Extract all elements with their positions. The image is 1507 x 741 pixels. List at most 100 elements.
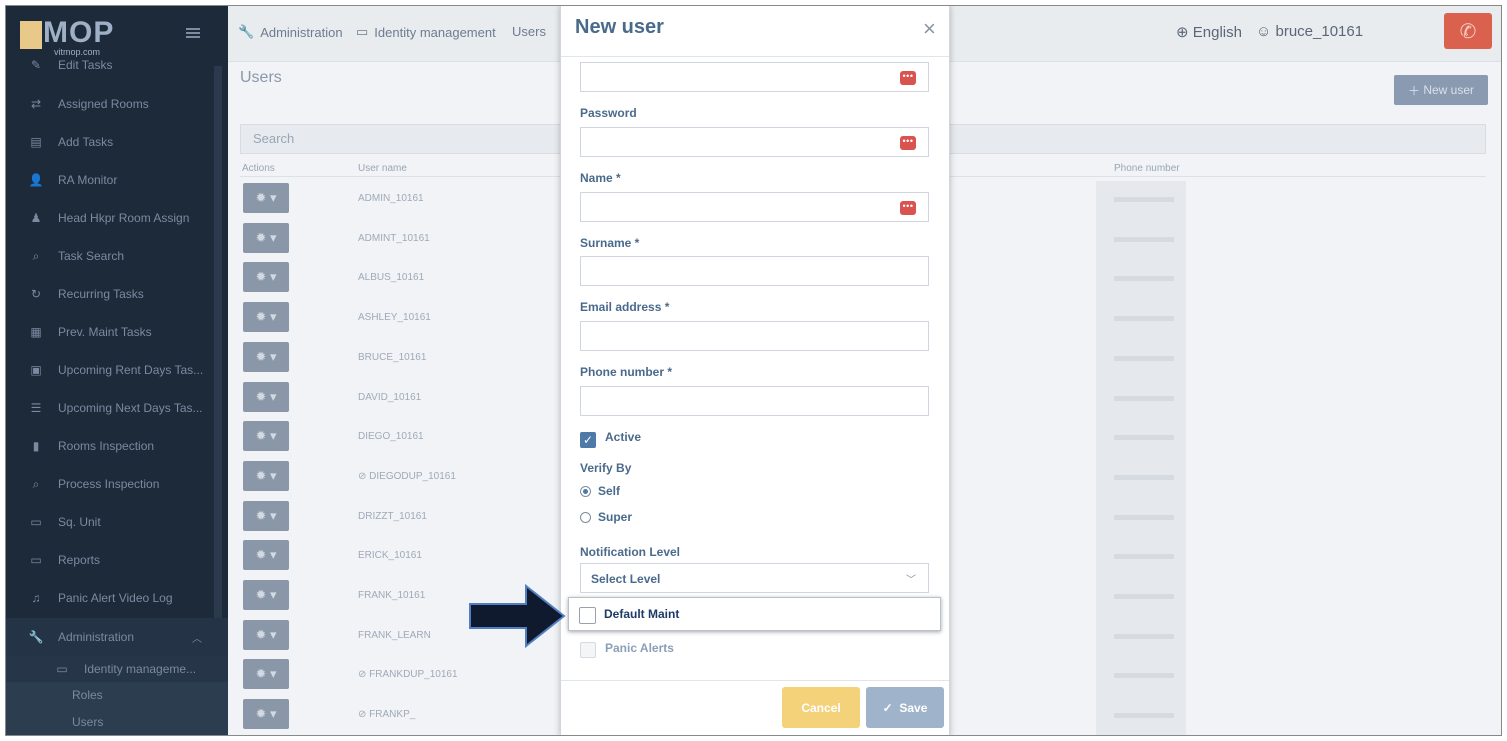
sidebar-item-add-tasks[interactable]: ▤ Add Tasks [6,123,228,161]
password-manager-icon[interactable]: ••• [900,71,916,85]
row-actions-button[interactable]: ✹ ▾ [243,580,289,610]
clipboard-icon: ▣ [30,363,42,377]
verify-super-radio[interactable] [580,512,591,523]
modal-header-divider [561,56,949,57]
password-field[interactable]: ••• [580,127,929,157]
table-row-username: ADMINT_10161 [358,233,430,244]
close-icon[interactable]: × [923,18,936,40]
table-row-username: ALBUS_10161 [358,272,424,283]
sidebar-item-label: Upcoming Rent Days Tas... [58,363,204,377]
email-field[interactable] [580,321,929,351]
cancel-button[interactable]: Cancel [782,687,860,728]
breadcrumb-users[interactable]: Users [512,24,546,39]
username-field[interactable]: ••• [580,62,929,92]
table-row-username: ⊘ FRANKDUP_10161 [358,669,458,680]
breadcrumb-administration[interactable]: 🔧 Administration [238,24,343,40]
table-row-username: FRANK_10161 [358,590,425,601]
surname-field[interactable] [580,256,929,286]
column-header-username: User name [358,163,407,174]
sidebar-item-reports[interactable]: ▭ Reports [6,541,228,579]
calendar-icon: ▦ [30,325,42,339]
gear-icon: ✹ ▾ [255,666,277,682]
row-actions-button[interactable]: ✹ ▾ [243,302,289,333]
sidebar-item-label: Roles [72,687,103,702]
list-icon: ☰ [30,401,42,415]
phone-label: Phone number * [580,365,673,379]
username-text: FRANKDUP_10161 [369,669,458,681]
user-menu[interactable]: ☺ bruce_10161 [1256,23,1363,40]
default-maint-checkbox[interactable] [579,607,596,624]
table-row-phone [1114,633,1174,639]
row-actions-button[interactable]: ✹ ▾ [243,183,289,213]
password-manager-icon[interactable]: ••• [900,201,916,215]
sidebar-item-ra-monitor[interactable]: 👤 RA Monitor [6,161,228,199]
edit-icon: ✎ [30,58,42,72]
sidebar-item-panic-alert-video[interactable]: ♫ Panic Alert Video Log [6,579,228,617]
save-button[interactable]: ✓ Save [866,687,944,728]
sidebar-item-upcoming-next[interactable]: ☰ Upcoming Next Days Tas... [6,389,228,427]
username-text: BRUCE_10161 [358,351,427,363]
column-header-phone: Phone number [1114,163,1180,174]
logo-mark [20,21,42,49]
notification-level-select[interactable]: Select Level ﹀ [580,563,929,593]
panic-alerts-checkbox[interactable] [580,642,596,658]
sidebar-item-roles[interactable]: Roles [6,682,228,707]
row-actions-button[interactable]: ✹ ▾ [243,699,289,730]
row-actions-button[interactable]: ✹ ▾ [243,222,289,253]
sidebar-item-administration[interactable]: 🔧 Administration ︿ [6,618,228,656]
refresh-icon: ↻ [30,287,42,301]
password-label: Password [580,106,637,120]
sidebar-item-label: RA Monitor [58,173,118,187]
username-text: DIEGO_10161 [358,431,424,443]
sidebar-item-upcoming-rent[interactable]: ▣ Upcoming Rent Days Tas... [6,351,228,389]
table-row-phone [1114,435,1174,441]
password-manager-icon[interactable]: ••• [900,136,916,150]
sidebar-item-label: Administration [58,630,135,644]
active-checkbox[interactable]: ✓ [580,432,596,448]
new-user-button[interactable]: ＋ New user [1394,75,1488,105]
username-text: ALBUS_10161 [358,272,425,284]
sidebar-item-label: Upcoming Next Days Tas... [58,401,203,415]
row-actions-button[interactable]: ✹ ▾ [243,341,289,372]
building-icon: ▮ [32,439,40,453]
sidebar-item-edit-tasks[interactable]: ✎ Edit Tasks [6,50,228,80]
row-actions-button[interactable]: ✹ ▾ [243,421,289,452]
sidebar-item-task-search[interactable]: ⌕ Task Search [6,237,228,275]
sidebar-item-process-inspection[interactable]: ⌕ Process Inspection [6,465,228,503]
sidebar-item-label: Reports [58,553,101,567]
name-field[interactable]: ••• [580,192,929,222]
gear-icon: ✹ ▾ [255,587,277,602]
disabled-icon: ⊘ [358,470,370,482]
phone-field[interactable] [580,386,929,416]
row-actions-button[interactable]: ✹ ▾ [243,500,289,531]
sidebar-item-users[interactable]: Users [6,707,228,735]
annotation-arrow-icon [469,584,566,648]
row-actions-button[interactable]: ✹ ▾ [243,619,289,650]
language-label: English [1192,24,1242,41]
phone-button[interactable]: ✆ [1444,13,1492,49]
gear-icon: ✹ ▾ [255,547,277,563]
sidebar-item-head-hkpr[interactable]: ♟ Head Hkpr Room Assign [6,199,228,237]
row-actions-button[interactable]: ✹ ▾ [243,381,289,412]
language-selector[interactable]: ⊕ English [1176,23,1242,41]
sidebar-item-sq-unit[interactable]: ▭ Sq. Unit [6,503,228,541]
logo-text: MOP [43,16,115,49]
sidebar-item-recurring-tasks[interactable]: ↻ Recurring Tasks [6,275,228,313]
username-text: ADMINT_10161 [358,232,430,244]
default-maint-option[interactable]: Default Maint [568,597,941,631]
row-actions-button[interactable]: ✹ ▾ [243,460,289,491]
sidebar-item-label: Identity manageme... [84,662,197,676]
verify-self-radio[interactable] [580,486,591,497]
row-actions-button[interactable]: ✹ ▾ [243,659,289,690]
sidebar-item-identity-management[interactable]: ▭ Identity manageme... [6,656,228,682]
hamburger-icon[interactable] [186,28,200,38]
sidebar-item-assigned-rooms[interactable]: ⇄ Assigned Rooms [6,85,228,123]
sidebar-item-label: Recurring Tasks [58,287,144,301]
sidebar-item-prev-maint[interactable]: ▦ Prev. Maint Tasks [6,313,228,351]
verify-by-label: Verify By [580,461,632,475]
breadcrumb-identity[interactable]: ▭ Identity management [356,24,496,40]
sidebar-item-rooms-inspection[interactable]: ▮ Rooms Inspection [6,427,228,465]
plus-icon: ＋ [1407,83,1424,98]
row-actions-button[interactable]: ✹ ▾ [243,540,289,571]
row-actions-button[interactable]: ✹ ▾ [243,262,289,293]
